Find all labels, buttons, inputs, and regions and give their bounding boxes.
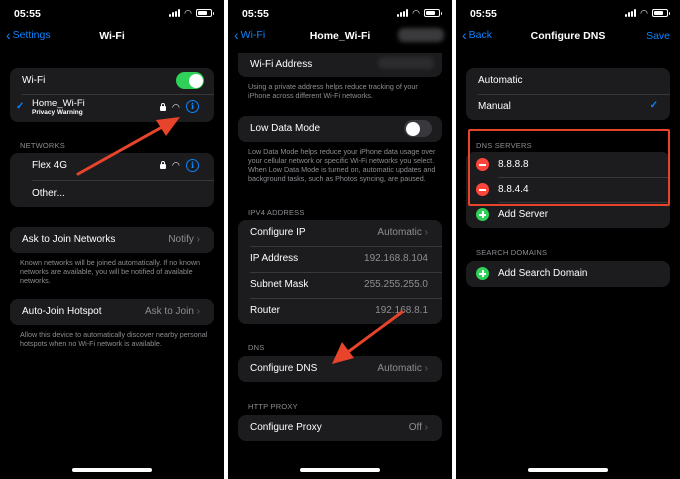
add-server-label: Add Server [498, 209, 549, 220]
manual-label: Manual [478, 101, 511, 112]
battery-icon [652, 9, 670, 17]
dns-mode-group: Automatic Manual ✓ [466, 68, 670, 120]
wifi-status-icon: ◠ [640, 8, 648, 18]
search-domains-header: SEARCH DOMAINS [476, 248, 548, 257]
add-icon [476, 208, 489, 221]
automatic-option[interactable]: Automatic [466, 68, 670, 94]
cellular-signal-icon [625, 9, 637, 17]
annotation-arrow [332, 310, 404, 364]
add-icon [476, 267, 489, 280]
automatic-label: Automatic [478, 75, 523, 86]
manual-option[interactable]: Manual ✓ [466, 94, 670, 120]
search-domains-group: Add Search Domain [466, 261, 670, 287]
home-indicator [72, 468, 152, 472]
add-search-domain-row[interactable]: Add Search Domain [466, 261, 670, 287]
configure-dns-screen: 05:55 ◠ ‹ Back Configure DNS Save Automa… [456, 0, 680, 479]
home-indicator [528, 468, 608, 472]
annotation-highlight-box [468, 129, 670, 206]
status-icons: ◠ [625, 8, 670, 18]
network-details-screen: 05:55 ◠ ‹ Wi-Fi Home_Wi-Fi Wi-Fi Address… [228, 0, 452, 479]
wifi-settings-screen: 05:55 ◠ ‹ Settings Wi-Fi Wi-Fi ✓ Home_Wi… [0, 0, 224, 479]
status-bar: 05:55 ◠ [456, 0, 680, 26]
annotation-arrow [76, 117, 180, 176]
home-indicator [300, 468, 380, 472]
save-button[interactable]: Save [646, 30, 670, 42]
add-search-domain-label: Add Search Domain [498, 268, 588, 279]
checkmark-icon: ✓ [649, 100, 658, 111]
nav-bar: ‹ Back Configure DNS Save [456, 26, 680, 48]
status-time: 05:55 [470, 8, 497, 20]
